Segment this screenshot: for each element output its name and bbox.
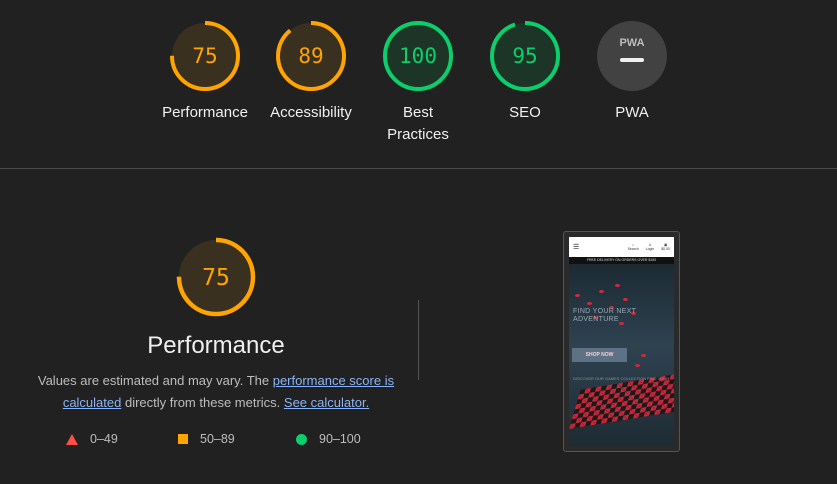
accessibility-gauge-ring: 89 (276, 21, 346, 91)
section-divider (0, 168, 837, 169)
seo-gauge-ring: 95 (490, 21, 560, 91)
circle-icon (296, 433, 307, 445)
gauge-score: 75 (192, 44, 217, 68)
legend-range: 90–100 (319, 432, 361, 446)
gauge-score: 100 (399, 44, 437, 68)
performance-large-gauge: 75 (176, 237, 256, 317)
gauge-performance[interactable]: 75 Performance (150, 20, 260, 124)
gauge-label: PWA (615, 104, 649, 121)
gauge-label: SEO (509, 104, 541, 121)
hero-image: FIND YOUR NEXT ADVENTURE SHOP NOW DISCOV… (569, 264, 674, 446)
gauge-score: 89 (298, 44, 323, 68)
pwa-badge-text: PWA (619, 37, 644, 49)
nav-label: Login (645, 247, 655, 251)
vertical-separator (418, 300, 419, 380)
pwa-gauge-ring: PWA (597, 21, 667, 91)
performance-large-score: 75 (202, 265, 230, 291)
legend-range: 0–49 (90, 432, 118, 446)
performance-summary: 75 Performance (0, 236, 432, 360)
gauge-label: Accessibility (270, 104, 352, 121)
nav-label: Search (627, 247, 639, 251)
final-screenshot[interactable]: ☰ ⌕ Search ♙ Login ▣ $0.00 FREE DELIVERY ON… (563, 231, 680, 452)
category-gauges: 75 Performance 89 Accessibility 100 Best… (0, 0, 837, 168)
gauge-label: Best Practices (387, 104, 449, 143)
performance-description: Values are estimated and may vary. The p… (36, 370, 396, 414)
chip-shape (615, 284, 620, 287)
see-calculator-link[interactable]: See calculator. (284, 395, 369, 410)
desc-prefix: Values are estimated and may vary. The (37, 373, 273, 388)
chip-shape (575, 294, 580, 297)
gauge-accessibility[interactable]: 89 Accessibility (256, 20, 366, 124)
gauge-score: 95 (512, 44, 537, 68)
hero-headline: FIND YOUR NEXT ADVENTURE (573, 308, 637, 323)
chip-shape (635, 364, 640, 367)
hero-subtext: DISCOVER OUR GAMES COLLECTION FIND YOUR (573, 376, 670, 381)
pwa-dash-icon (620, 58, 644, 62)
performance-gauge-ring: 75 (170, 21, 240, 91)
chip-shape (641, 354, 646, 357)
shop-now-button: SHOP NOW (572, 348, 627, 362)
search-icon: ⌕ Search (627, 243, 639, 251)
gauge-seo[interactable]: 95 SEO (470, 20, 580, 124)
gauge-best-practices[interactable]: 100 Best Practices (363, 20, 473, 146)
desc-middle: directly from these metrics. (121, 395, 284, 410)
promo-banner: FREE DELIVERY ON ORDERS OVER $150 (569, 257, 674, 264)
best-practices-gauge-ring: 100 (383, 21, 453, 91)
legend-range: 50–89 (200, 432, 235, 446)
screenshot-screen: ☰ ⌕ Search ♙ Login ▣ $0.00 FREE DELIVERY ON… (569, 237, 674, 446)
hamburger-icon: ☰ (573, 244, 580, 251)
legend-pass: 90–100 (296, 432, 361, 446)
score-legend: 0–49 50–89 90–100 (0, 432, 432, 452)
legend-fail: 0–49 (66, 432, 118, 446)
chip-shape (623, 298, 628, 301)
gauge-pwa[interactable]: PWA PWA (577, 20, 687, 124)
legend-average: 50–89 (178, 432, 235, 446)
chip-shape (587, 302, 592, 305)
gauge-label: Performance (162, 104, 248, 121)
chip-shape (599, 290, 604, 293)
nav-label: $0.00 (661, 247, 670, 251)
user-icon: ♙ Login (645, 243, 655, 251)
square-icon (178, 434, 188, 444)
performance-title: Performance (147, 332, 285, 359)
triangle-icon (66, 433, 78, 445)
cart-icon: ▣ $0.00 (661, 243, 670, 251)
site-header: ☰ ⌕ Search ♙ Login ▣ $0.00 (569, 237, 674, 257)
